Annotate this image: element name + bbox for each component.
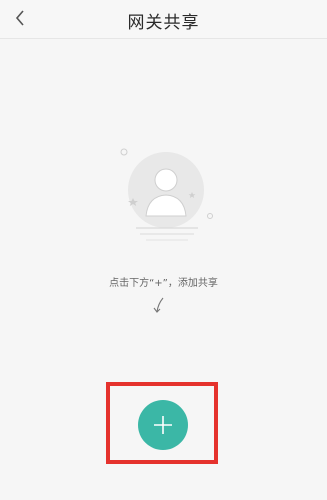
nav-bar: 网关共享: [0, 0, 327, 39]
gateway-share-page: 网关共享 点击下方“+”，添加共享: [0, 0, 327, 500]
add-share-button[interactable]: [138, 400, 188, 450]
curved-down-arrow-icon: [153, 297, 164, 313]
user-placeholder-icon: [120, 148, 213, 241]
empty-hint: 点击下方“+”，添加共享: [109, 278, 218, 289]
plus-icon: [154, 416, 172, 434]
page-title: 网关共享: [127, 13, 200, 33]
